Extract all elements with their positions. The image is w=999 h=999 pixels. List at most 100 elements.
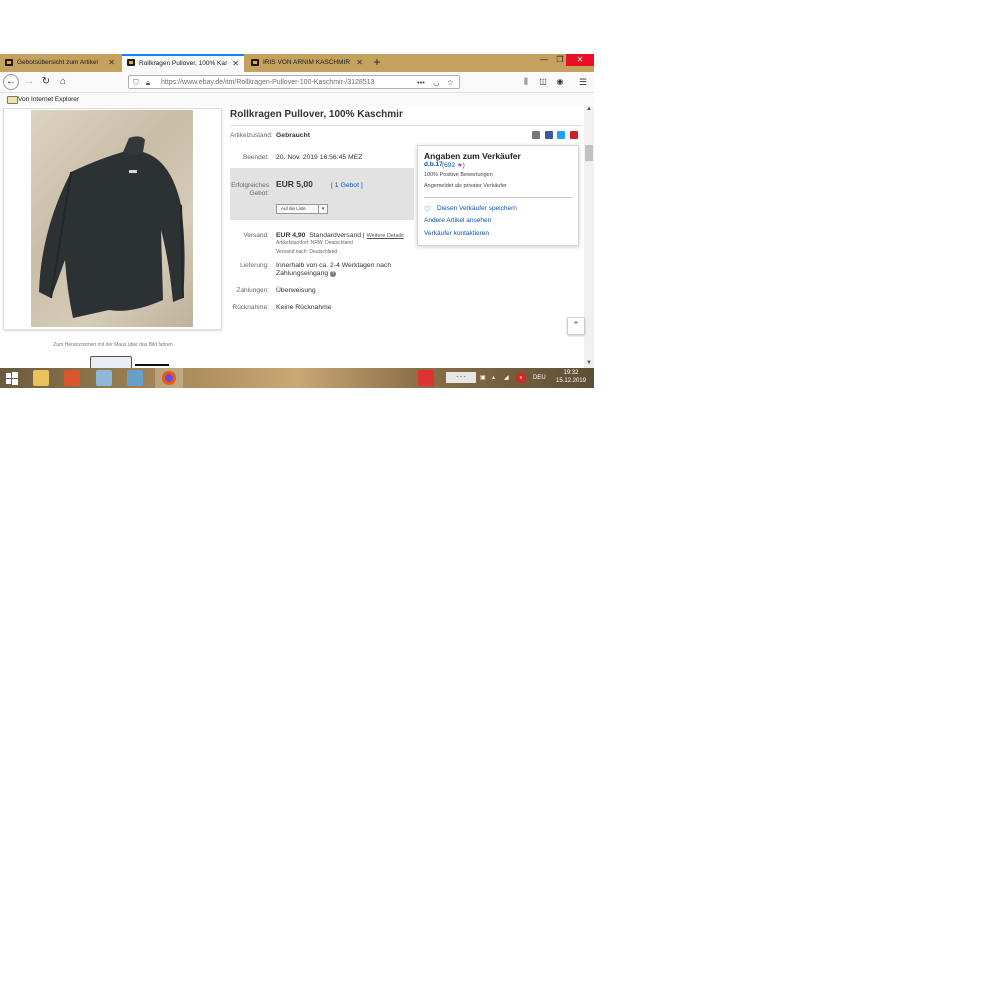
twitter-share-icon[interactable] <box>557 131 565 139</box>
library-icon[interactable]: ⫼ <box>519 75 533 89</box>
seller-private: Angemeldet als privater Verkäufer <box>424 183 507 189</box>
network-icon[interactable]: ◢ <box>504 368 509 388</box>
contact-seller-link[interactable]: Verkäufer kontaktieren <box>424 230 489 237</box>
tab-iris-von-arnim[interactable]: IRIS VON ARNIM KASCHMIR R ✕ <box>246 54 368 72</box>
home-icon[interactable]: ⌂ <box>56 75 70 89</box>
watch-list-label: Auf die Liste <box>281 206 306 211</box>
close-icon[interactable]: ✕ <box>108 54 115 72</box>
page-actions-icon[interactable]: ••• <box>417 76 425 89</box>
other-items-link[interactable]: Andere Artikel ansehen <box>424 217 491 224</box>
url-host: https://www.ebay.de <box>161 79 224 86</box>
sidebar-icon[interactable]: ◫ <box>536 75 550 89</box>
tray-icon[interactable]: ▣ <box>480 368 486 388</box>
chevron-up-icon[interactable]: ▴ <box>492 368 495 388</box>
clock-time: 19:32 <box>563 370 579 376</box>
heart-icon[interactable]: ♡ <box>424 205 433 214</box>
help-icon[interactable]: ? <box>330 271 337 277</box>
reload-button[interactable]: ↻ <box>39 75 53 89</box>
back-to-top-button[interactable]: ⌃ <box>567 317 585 335</box>
tracking-shield-icon[interactable]: ⛉ <box>133 76 139 89</box>
seller-feedback[interactable]: (692 ★) <box>442 161 465 169</box>
delivery-line2: Zahlungseingang <box>276 270 329 277</box>
paint-icon[interactable] <box>96 370 112 386</box>
new-tab-button[interactable]: + <box>370 54 384 72</box>
back-button[interactable]: ← <box>3 74 19 90</box>
language-indicator[interactable]: DEU <box>533 368 546 388</box>
forward-button[interactable]: → <box>22 75 36 89</box>
bid-count-link[interactable]: [ 1 Gebot ] <box>331 182 363 190</box>
feedback-count: (692 <box>442 162 457 169</box>
scroll-down-icon[interactable]: ▼ <box>585 360 593 366</box>
close-icon[interactable]: ✕ <box>356 54 363 72</box>
window-close-button[interactable]: ✕ <box>566 54 594 66</box>
ebay-favicon-icon <box>127 59 135 66</box>
shipping-price: EUR 4,90 <box>276 232 306 239</box>
payment-label: Zahlungen: <box>236 287 269 294</box>
close-icon[interactable]: ✕ <box>232 56 239 71</box>
shipping-method: Standardversand | <box>309 232 365 239</box>
lock-icon[interactable]: 🔒︎ <box>146 76 150 89</box>
item-location: Artikelstandort: NRW, Deutschland <box>276 240 353 246</box>
condition-label: Artikelzustand: <box>230 132 273 139</box>
divider <box>424 197 572 198</box>
ended-label: Beendet: <box>242 154 269 161</box>
file-explorer-icon[interactable] <box>33 370 49 386</box>
scroll-thumb[interactable] <box>585 145 593 161</box>
tab-strip: Gebotsübersicht zum Artikel ✕ Rollkragen… <box>0 54 594 72</box>
app-icon[interactable] <box>418 370 434 386</box>
sweater-image <box>39 136 185 318</box>
tab-rollkragen[interactable]: Rollkragen Pullover, 100% Kasch ✕ <box>122 54 244 72</box>
app-icon[interactable] <box>64 370 80 386</box>
clock[interactable]: 19:32 15.12.2019 <box>552 369 590 385</box>
scrollbar[interactable]: ▲ ▼ <box>584 106 594 368</box>
firefox-taskbar-button[interactable] <box>155 368 183 388</box>
menu-icon[interactable]: ☰ <box>576 75 590 89</box>
folder-icon <box>7 96 18 104</box>
account-icon[interactable]: ◉ <box>553 75 567 89</box>
bookmark-folder-ie[interactable]: Von Internet Explorer <box>18 93 79 106</box>
tray-widget[interactable]: - - - <box>446 372 476 383</box>
chevron-down-icon[interactable]: ▾ <box>318 205 327 213</box>
windows-start-icon[interactable] <box>4 370 20 386</box>
taskbar: - - - ▣ ▴ ◢ e DEU 19:32 15.12.2019 <box>0 368 594 388</box>
save-seller-link[interactable]: Diesen Verkäufer speichern <box>437 205 517 212</box>
returns-value: Keine Rücknahme <box>276 304 332 311</box>
tab-title: IRIS VON ARNIM KASCHMIR R <box>263 59 351 66</box>
shipping-line: EUR 4,90 Standardversand | Weitere Detai… <box>276 232 404 240</box>
watch-list-button[interactable]: Auf die Liste ▾ <box>276 204 328 214</box>
delivery-label: Lieferung: <box>240 262 269 269</box>
antivirus-icon[interactable]: e <box>516 373 526 383</box>
tab-title: Rollkragen Pullover, 100% Kasch <box>139 60 227 67</box>
thumbnail[interactable] <box>90 356 132 368</box>
clock-date: 15.12.2019 <box>555 378 587 384</box>
bookmark-star-icon[interactable]: ☆ <box>447 76 454 89</box>
shipping-details-link[interactable]: Weitere Details <box>367 233 404 239</box>
ships-to: Versand nach: Deutschland <box>276 249 338 255</box>
shipping-label: Versand: <box>243 232 269 239</box>
scroll-up-icon[interactable]: ▲ <box>585 106 593 112</box>
seller-positive: 100% Positive Bewertungen <box>424 172 493 178</box>
url-text[interactable]: https://www.ebay.de/itm/Rollkragen-Pullo… <box>161 76 401 89</box>
bid-label: Erfolgreiches Gebot: <box>231 182 269 197</box>
ebay-favicon-icon <box>251 59 259 66</box>
item-title: Rollkragen Pullover, 100% Kaschmir <box>230 109 403 120</box>
url-path: /itm/Rollkragen-Pullover-100-Kaschmir-/3… <box>223 79 375 86</box>
app-icon[interactable] <box>127 370 143 386</box>
bid-value: EUR 5,00 <box>276 179 313 189</box>
item-image-frame[interactable] <box>3 108 222 330</box>
pinterest-share-icon[interactable] <box>570 131 578 139</box>
seller-name-link[interactable]: d.b.17 <box>424 161 443 168</box>
delivery-line2-wrap: Zahlungseingang ? <box>276 270 337 278</box>
item-photo[interactable] <box>31 110 193 327</box>
tab-bid-overview[interactable]: Gebotsübersicht zum Artikel ✕ <box>0 54 120 72</box>
pocket-icon[interactable]: ◡ <box>433 76 440 89</box>
delivery-line1: Innerhalb von ca. 2-4 Werktagen nach <box>276 262 392 269</box>
payment-value: Überweisung <box>276 287 316 294</box>
bookmarks-bar: Von Internet Explorer <box>0 93 594 106</box>
facebook-share-icon[interactable] <box>545 131 553 139</box>
url-bar[interactable]: ⛉ 🔒︎ https://www.ebay.de/itm/Rollkragen-… <box>128 75 460 89</box>
email-share-icon[interactable] <box>532 131 540 139</box>
ebay-favicon-icon <box>5 59 13 66</box>
condition-value: Gebraucht <box>276 132 310 139</box>
screen: Gebotsübersicht zum Artikel ✕ Rollkragen… <box>0 0 594 388</box>
